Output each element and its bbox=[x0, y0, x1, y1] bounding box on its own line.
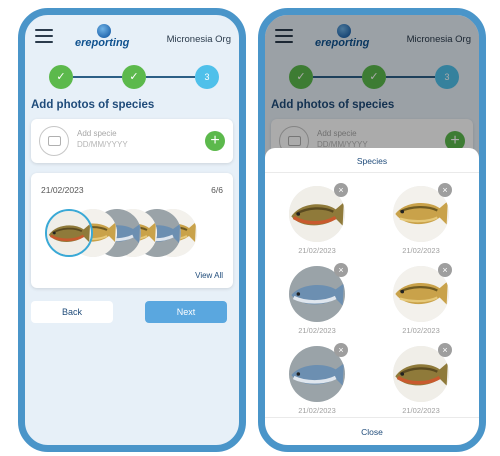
add-species-card[interactable]: Add specie DD/MM/YYYY + bbox=[31, 119, 233, 163]
step-3: 3 bbox=[195, 65, 219, 89]
remove-photo-icon[interactable]: × bbox=[438, 343, 452, 357]
species-photo-item[interactable]: × 21/02/2023 bbox=[285, 263, 349, 335]
divider bbox=[265, 172, 479, 173]
species-photo-item[interactable]: × 21/02/2023 bbox=[389, 263, 453, 335]
photo-thumbnails bbox=[45, 209, 215, 257]
remove-photo-icon[interactable]: × bbox=[334, 263, 348, 277]
species-photo-item[interactable]: × 21/02/2023 bbox=[285, 183, 349, 255]
step-1-check-icon: ✓ bbox=[49, 65, 73, 89]
remove-photo-icon[interactable]: × bbox=[438, 183, 452, 197]
back-button[interactable]: Back bbox=[31, 301, 113, 323]
photos-date: 21/02/2023 bbox=[41, 185, 84, 195]
view-all-link[interactable]: View All bbox=[195, 271, 223, 280]
species-photo-item[interactable]: × 21/02/2023 bbox=[285, 343, 349, 415]
logo-text: ereporting bbox=[75, 37, 130, 49]
photo-date: 21/02/2023 bbox=[298, 406, 336, 415]
next-button[interactable]: Next bbox=[145, 301, 227, 323]
org-name: Micronesia Org bbox=[166, 34, 231, 45]
photo-date: 21/02/2023 bbox=[402, 246, 440, 255]
modal-title: Species bbox=[356, 156, 388, 166]
page-title: Add photos of species bbox=[31, 99, 155, 111]
remove-photo-icon[interactable]: × bbox=[334, 183, 348, 197]
app-logo: ereporting bbox=[75, 24, 135, 52]
photo-placeholder-icon[interactable] bbox=[39, 126, 69, 156]
species-modal: Species × 21/02/2023 × 21/02/2023 × 21/0… bbox=[265, 148, 479, 445]
globe-icon bbox=[97, 24, 111, 38]
photo-date: 21/02/2023 bbox=[298, 246, 336, 255]
photo-thumbnail-selected[interactable] bbox=[45, 209, 93, 257]
step-connector bbox=[146, 76, 195, 78]
progress-stepper: ✓ ✓ 3 bbox=[49, 65, 219, 89]
step-connector bbox=[73, 76, 122, 78]
photos-count: 6/6 bbox=[211, 185, 223, 195]
species-photo-item[interactable]: × 21/02/2023 bbox=[389, 343, 453, 415]
phone-screen-form: ereporting Micronesia Org ✓ ✓ 3 Add phot… bbox=[18, 8, 246, 452]
app-header: ereporting Micronesia Org bbox=[25, 23, 239, 55]
add-species-button[interactable]: + bbox=[205, 131, 225, 151]
remove-photo-icon[interactable]: × bbox=[334, 343, 348, 357]
species-photo-item[interactable]: × 21/02/2023 bbox=[389, 183, 453, 255]
species-photos-card: 21/02/2023 6/6 View All bbox=[31, 173, 233, 288]
add-species-label: Add specie bbox=[77, 129, 117, 138]
remove-photo-icon[interactable]: × bbox=[438, 263, 452, 277]
photo-date: 21/02/2023 bbox=[298, 326, 336, 335]
photo-date: 21/02/2023 bbox=[402, 406, 440, 415]
date-placeholder: DD/MM/YYYY bbox=[77, 140, 128, 149]
menu-icon[interactable] bbox=[35, 29, 53, 43]
close-button[interactable]: Close bbox=[265, 417, 479, 445]
step-2-check-icon: ✓ bbox=[122, 65, 146, 89]
phone-screen-modal: ereporting Micronesia Org ✓ ✓ 3 Add phot… bbox=[258, 8, 486, 452]
photo-date: 21/02/2023 bbox=[402, 326, 440, 335]
